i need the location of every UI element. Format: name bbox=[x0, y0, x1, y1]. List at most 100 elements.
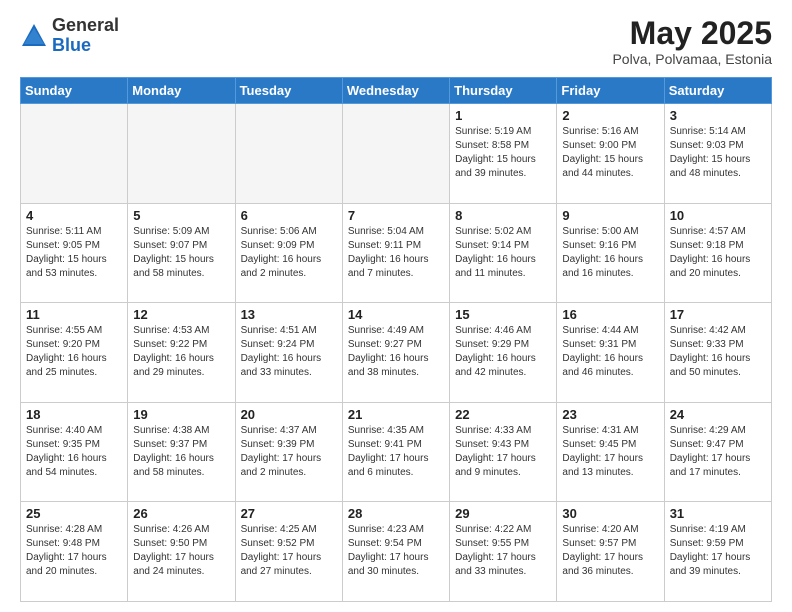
empty-cell bbox=[128, 104, 235, 204]
day-cell-20: 20Sunrise: 4:37 AMSunset: 9:39 PMDayligh… bbox=[235, 402, 342, 502]
day-number: 7 bbox=[348, 208, 444, 223]
day-number: 31 bbox=[670, 506, 766, 521]
day-cell-16: 16Sunrise: 4:44 AMSunset: 9:31 PMDayligh… bbox=[557, 303, 664, 403]
day-cell-30: 30 Sunrise: 4:20 AMSunset: 9:57 PMDayligh… bbox=[557, 502, 664, 602]
day-info: Sunrise: 4:25 AMSunset: 9:52 PMDaylight:… bbox=[241, 523, 337, 579]
day-info: Sunrise: 5:14 AMSunset: 9:03 PMDaylight:… bbox=[670, 125, 766, 181]
weekday-header-sunday: Sunday bbox=[21, 78, 128, 104]
weekday-header-saturday: Saturday bbox=[664, 78, 771, 104]
day-cell-28: 28Sunrise: 4:23 AMSunset: 9:54 PMDayligh… bbox=[342, 502, 449, 602]
day-info: Sunrise: 5:19 AMSunset: 8:58 PMDaylight:… bbox=[455, 125, 551, 181]
logo-general: General bbox=[52, 16, 119, 36]
day-info: Sunrise: 4:35 AMSunset: 9:41 PMDaylight:… bbox=[348, 424, 444, 480]
empty-cell bbox=[342, 104, 449, 204]
week-row-3: 11 Sunrise: 4:55 AMSunset: 9:20 PMDayligh… bbox=[21, 303, 772, 403]
day-number: 14 bbox=[348, 307, 444, 322]
logo: General Blue bbox=[20, 16, 119, 56]
day-number: 10 bbox=[670, 208, 766, 223]
day-cell-29: 29 Sunrise: 4:22 AMSunset: 9:55 PMDayligh… bbox=[450, 502, 557, 602]
day-cell-12: 12 Sunrise: 4:53 AMSunset: 9:22 PMDayligh… bbox=[128, 303, 235, 403]
day-cell-10: 10 Sunrise: 4:57 AMSunset: 9:18 PMDayligh… bbox=[664, 203, 771, 303]
day-info: Sunrise: 5:11 AMSunset: 9:05 PMDaylight:… bbox=[26, 225, 122, 281]
day-cell-31: 31 Sunrise: 4:19 AMSunset: 9:59 PMDayligh… bbox=[664, 502, 771, 602]
location: Polva, Polvamaa, Estonia bbox=[612, 51, 772, 67]
day-number: 6 bbox=[241, 208, 337, 223]
day-cell-23: 23 Sunrise: 4:31 AMSunset: 9:45 PMDayligh… bbox=[557, 402, 664, 502]
day-number: 22 bbox=[455, 407, 551, 422]
day-cell-6: 6 Sunrise: 5:06 AMSunset: 9:09 PMDaylight… bbox=[235, 203, 342, 303]
logo-icon bbox=[20, 22, 48, 50]
calendar-table: SundayMondayTuesdayWednesdayThursdayFrid… bbox=[20, 77, 772, 602]
week-row-4: 18Sunrise: 4:40 AMSunset: 9:35 PMDayligh… bbox=[21, 402, 772, 502]
day-number: 11 bbox=[26, 307, 122, 322]
day-number: 16 bbox=[562, 307, 658, 322]
day-number: 29 bbox=[455, 506, 551, 521]
day-cell-27: 27 Sunrise: 4:25 AMSunset: 9:52 PMDayligh… bbox=[235, 502, 342, 602]
day-info: Sunrise: 4:38 AMSunset: 9:37 PMDaylight:… bbox=[133, 424, 229, 480]
day-cell-4: 4Sunrise: 5:11 AMSunset: 9:05 PMDaylight… bbox=[21, 203, 128, 303]
day-info: Sunrise: 4:42 AMSunset: 9:33 PMDaylight:… bbox=[670, 324, 766, 380]
day-info: Sunrise: 4:55 AMSunset: 9:20 PMDaylight:… bbox=[26, 324, 122, 380]
day-number: 24 bbox=[670, 407, 766, 422]
day-number: 1 bbox=[455, 108, 551, 123]
day-cell-2: 2 Sunrise: 5:16 AMSunset: 9:00 PMDaylight… bbox=[557, 104, 664, 204]
day-number: 30 bbox=[562, 506, 658, 521]
day-info: Sunrise: 4:26 AMSunset: 9:50 PMDaylight:… bbox=[133, 523, 229, 579]
day-number: 5 bbox=[133, 208, 229, 223]
day-cell-24: 24 Sunrise: 4:29 AMSunset: 9:47 PMDayligh… bbox=[664, 402, 771, 502]
day-info: Sunrise: 4:46 AMSunset: 9:29 PMDaylight:… bbox=[455, 324, 551, 380]
day-cell-26: 26Sunrise: 4:26 AMSunset: 9:50 PMDayligh… bbox=[128, 502, 235, 602]
day-cell-17: 17Sunrise: 4:42 AMSunset: 9:33 PMDayligh… bbox=[664, 303, 771, 403]
title-section: May 2025 Polva, Polvamaa, Estonia bbox=[612, 16, 772, 67]
day-info: Sunrise: 5:02 AMSunset: 9:14 PMDaylight:… bbox=[455, 225, 551, 281]
day-cell-14: 14 Sunrise: 4:49 AMSunset: 9:27 PMDayligh… bbox=[342, 303, 449, 403]
day-cell-3: 3 Sunrise: 5:14 AMSunset: 9:03 PMDaylight… bbox=[664, 104, 771, 204]
day-info: Sunrise: 4:20 AMSunset: 9:57 PMDaylight:… bbox=[562, 523, 658, 579]
weekday-header-friday: Friday bbox=[557, 78, 664, 104]
logo-text: General Blue bbox=[52, 16, 119, 56]
day-number: 13 bbox=[241, 307, 337, 322]
day-cell-9: 9 Sunrise: 5:00 AMSunset: 9:16 PMDaylight… bbox=[557, 203, 664, 303]
day-info: Sunrise: 4:53 AMSunset: 9:22 PMDaylight:… bbox=[133, 324, 229, 380]
day-cell-5: 5Sunrise: 5:09 AMSunset: 9:07 PMDaylight… bbox=[128, 203, 235, 303]
month-title: May 2025 bbox=[612, 16, 772, 51]
empty-cell bbox=[21, 104, 128, 204]
logo-blue: Blue bbox=[52, 36, 119, 56]
day-info: Sunrise: 4:23 AMSunset: 9:54 PMDaylight:… bbox=[348, 523, 444, 579]
day-number: 23 bbox=[562, 407, 658, 422]
day-number: 18 bbox=[26, 407, 122, 422]
day-number: 3 bbox=[670, 108, 766, 123]
day-number: 12 bbox=[133, 307, 229, 322]
day-number: 2 bbox=[562, 108, 658, 123]
day-number: 15 bbox=[455, 307, 551, 322]
day-cell-18: 18Sunrise: 4:40 AMSunset: 9:35 PMDayligh… bbox=[21, 402, 128, 502]
day-info: Sunrise: 4:51 AMSunset: 9:24 PMDaylight:… bbox=[241, 324, 337, 380]
day-info: Sunrise: 5:00 AMSunset: 9:16 PMDaylight:… bbox=[562, 225, 658, 281]
day-cell-19: 19 Sunrise: 4:38 AMSunset: 9:37 PMDayligh… bbox=[128, 402, 235, 502]
day-info: Sunrise: 4:19 AMSunset: 9:59 PMDaylight:… bbox=[670, 523, 766, 579]
header: General Blue May 2025 Polva, Polvamaa, E… bbox=[20, 16, 772, 67]
day-number: 9 bbox=[562, 208, 658, 223]
day-cell-1: 1 Sunrise: 5:19 AMSunset: 8:58 PMDaylight… bbox=[450, 104, 557, 204]
day-info: Sunrise: 4:49 AMSunset: 9:27 PMDaylight:… bbox=[348, 324, 444, 380]
day-cell-21: 21Sunrise: 4:35 AMSunset: 9:41 PMDayligh… bbox=[342, 402, 449, 502]
day-number: 27 bbox=[241, 506, 337, 521]
weekday-header-wednesday: Wednesday bbox=[342, 78, 449, 104]
day-cell-15: 15 Sunrise: 4:46 AMSunset: 9:29 PMDayligh… bbox=[450, 303, 557, 403]
day-info: Sunrise: 4:29 AMSunset: 9:47 PMDaylight:… bbox=[670, 424, 766, 480]
day-info: Sunrise: 5:06 AMSunset: 9:09 PMDaylight:… bbox=[241, 225, 337, 281]
day-info: Sunrise: 4:22 AMSunset: 9:55 PMDaylight:… bbox=[455, 523, 551, 579]
page: General Blue May 2025 Polva, Polvamaa, E… bbox=[0, 0, 792, 612]
week-row-5: 25Sunrise: 4:28 AMSunset: 9:48 PMDayligh… bbox=[21, 502, 772, 602]
day-number: 19 bbox=[133, 407, 229, 422]
weekday-header-thursday: Thursday bbox=[450, 78, 557, 104]
empty-cell bbox=[235, 104, 342, 204]
day-info: Sunrise: 4:57 AMSunset: 9:18 PMDaylight:… bbox=[670, 225, 766, 281]
day-info: Sunrise: 4:28 AMSunset: 9:48 PMDaylight:… bbox=[26, 523, 122, 579]
day-info: Sunrise: 5:16 AMSunset: 9:00 PMDaylight:… bbox=[562, 125, 658, 181]
weekday-header-row: SundayMondayTuesdayWednesdayThursdayFrid… bbox=[21, 78, 772, 104]
day-info: Sunrise: 4:31 AMSunset: 9:45 PMDaylight:… bbox=[562, 424, 658, 480]
day-info: Sunrise: 5:04 AMSunset: 9:11 PMDaylight:… bbox=[348, 225, 444, 281]
day-cell-7: 7 Sunrise: 5:04 AMSunset: 9:11 PMDaylight… bbox=[342, 203, 449, 303]
day-cell-8: 8Sunrise: 5:02 AMSunset: 9:14 PMDaylight… bbox=[450, 203, 557, 303]
